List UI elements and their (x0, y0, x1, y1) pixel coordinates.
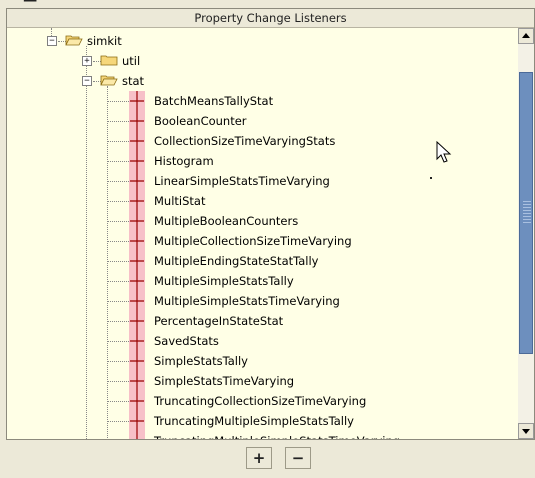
property-listener-icon (129, 131, 145, 151)
tree-node-simkit[interactable]: simkit (87, 34, 122, 48)
listener-tree[interactable]: − simkit + util − stat BatchMeansTallySt… (7, 28, 518, 439)
property-change-listeners-panel: Property Change Listeners − simkit + uti… (6, 8, 535, 440)
scroll-thumb[interactable] (519, 72, 533, 354)
property-listener-icon (129, 311, 145, 331)
tree-node-stat[interactable]: stat (122, 74, 144, 88)
collapse-toggle-simkit[interactable]: − (47, 36, 57, 46)
property-listener-icon (129, 351, 145, 371)
tree-leaf-item[interactable]: CollectionSizeTimeVaryingStats (154, 134, 335, 148)
property-listener-icon (129, 431, 145, 439)
arrow-up-icon (522, 33, 530, 38)
folder-closed-icon (100, 55, 118, 66)
top-edge (0, 0, 535, 8)
tree-leaf-item[interactable]: MultipleSimpleStatsTimeVarying (154, 294, 340, 308)
tree-leaf-item[interactable]: SimpleStatsTimeVarying (154, 374, 294, 388)
tree-leaf-item[interactable]: MultiStat (154, 194, 205, 208)
tree-connector (107, 86, 108, 439)
tree-leaf-item[interactable]: BooleanCounter (154, 114, 247, 128)
mouse-cursor-icon (436, 141, 452, 163)
property-listener-icon (129, 171, 145, 191)
panel-title: Property Change Listeners (7, 9, 534, 28)
remove-listener-button[interactable]: − (285, 447, 311, 469)
scroll-up-button[interactable] (518, 28, 534, 44)
property-listener-icon (129, 391, 145, 411)
property-listener-icon (129, 111, 145, 131)
tree-leaf-item[interactable]: MultipleSimpleStatsTally (154, 274, 294, 288)
property-listener-icon (129, 331, 145, 351)
property-listener-icon (129, 231, 145, 251)
property-listener-icon (129, 211, 145, 231)
tree-leaf-item[interactable]: MultipleCollectionSizeTimeVarying (154, 234, 352, 248)
property-listener-icon (129, 151, 145, 171)
vertical-scrollbar[interactable] (518, 28, 534, 439)
tree-leaf-item[interactable]: MultipleBooleanCounters (154, 214, 298, 228)
add-listener-button[interactable]: + (246, 447, 272, 469)
tree-leaf-item[interactable]: BatchMeansTallyStat (154, 94, 273, 108)
tree-leaf-item[interactable]: PercentageInStateStat (154, 314, 283, 328)
property-listener-icon (129, 91, 145, 111)
property-listener-icon (129, 291, 145, 311)
folder-open-icon (65, 35, 83, 46)
tree-node-util[interactable]: util (122, 54, 140, 68)
stray-dot (430, 177, 432, 179)
expand-toggle-util[interactable]: + (82, 56, 92, 66)
tree-connector (86, 46, 87, 439)
tree-leaf-item[interactable]: Histogram (154, 154, 214, 168)
scroll-down-button[interactable] (518, 423, 534, 439)
bottom-toolbar: + − (0, 440, 535, 478)
property-listener-icon (129, 371, 145, 391)
tree-leaf-item[interactable]: TruncatingMultipleSimpleStatsTally (154, 414, 354, 428)
collapse-toggle-stat[interactable]: − (82, 76, 92, 86)
folder-open-icon (100, 75, 118, 86)
arrow-down-icon (522, 429, 530, 434)
property-listener-icon (129, 411, 145, 431)
tree-leaf-item[interactable]: LinearSimpleStatsTimeVarying (154, 174, 330, 188)
property-listener-icon (129, 271, 145, 291)
tree-leaf-item[interactable]: SimpleStatsTally (154, 354, 248, 368)
scroll-grip (523, 201, 531, 223)
tree-leaf-item[interactable]: TruncatingMultipleSimpleStatsTimeVarying (154, 434, 400, 439)
tree-leaf-item[interactable]: SavedStats (154, 334, 219, 348)
property-listener-icon (129, 191, 145, 211)
tree-leaf-item[interactable]: MultipleEndingStateStatTally (154, 254, 319, 268)
property-listener-icon (129, 251, 145, 271)
tree-leaf-item[interactable]: TruncatingCollectionSizeTimeVarying (154, 394, 366, 408)
